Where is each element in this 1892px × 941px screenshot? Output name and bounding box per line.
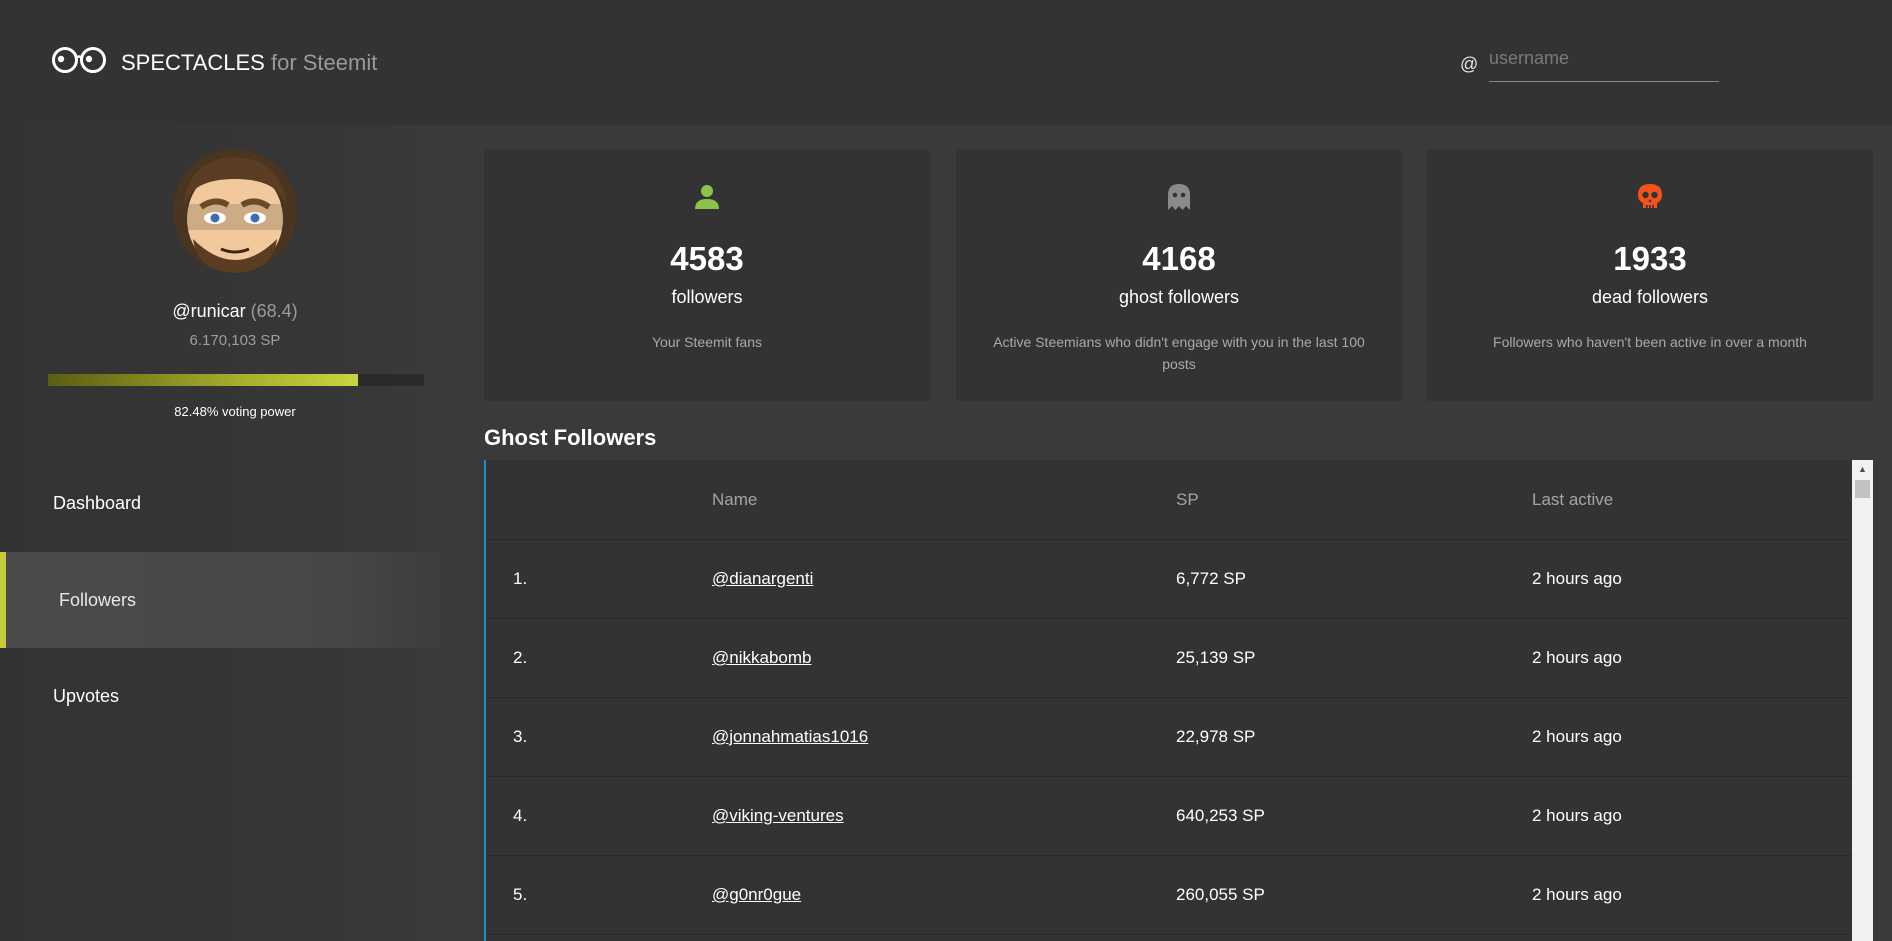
stat-card-ghost-followers: 4168 ghost followers Active Steemians wh… (956, 150, 1402, 401)
follower-sp: 640,253 SP (1176, 806, 1265, 825)
stat-card-followers: 4583 followers Your Steemit fans (484, 150, 930, 401)
column-header-name[interactable]: Name (712, 490, 757, 510)
nav-dashboard-label: Dashboard (53, 492, 142, 513)
column-header-last-active[interactable]: Last active (1532, 490, 1613, 510)
section-title: Ghost Followers (484, 425, 657, 450)
app-header: SPECTACLES for Steemit @ (0, 0, 1892, 125)
skull-icon (1638, 184, 1662, 208)
table-header: Name SP Last active (486, 460, 1852, 540)
follower-last-active: 2 hours ago (1532, 648, 1622, 667)
follower-last-active: 2 hours ago (1532, 806, 1622, 825)
spectacles-logo-icon[interactable] (52, 45, 106, 75)
scrollbar-thumb[interactable] (1855, 480, 1870, 498)
row-index: 3. (513, 727, 528, 746)
follower-sp: 6,772 SP (1176, 569, 1246, 588)
profile-username: @runicar (68.4) (0, 301, 470, 322)
followers-desc: Your Steemit fans (652, 334, 762, 350)
avatar-face-icon (173, 149, 297, 273)
follower-last-active: 2 hours ago (1532, 569, 1622, 588)
reputation-score: (68.4) (250, 301, 298, 321)
table-scrollbar[interactable]: ▲ (1852, 460, 1873, 941)
nav-followers-label: Followers (59, 589, 137, 610)
stat-card-dead-followers: 1933 dead followers Followers who haven'… (1427, 150, 1873, 401)
followers-label: followers (671, 287, 743, 307)
row-index: 4. (513, 806, 528, 825)
table-row: 3. @jonnahmatias1016 22,978 SP 2 hours a… (486, 698, 1852, 777)
dead-followers-count: 1933 (1613, 240, 1687, 277)
table-row: 4. @viking-ventures 640,253 SP 2 hours a… (486, 777, 1852, 856)
follower-sp: 260,055 SP (1176, 885, 1265, 904)
follower-sp: 22,978 SP (1176, 727, 1256, 746)
follower-sp: 25,139 SP (1176, 648, 1256, 667)
dead-followers-desc: Followers who haven't been active in ove… (1493, 334, 1807, 350)
username-input[interactable] (1489, 44, 1719, 82)
table-row: 5. @g0nr0gue 260,055 SP 2 hours ago (486, 856, 1852, 935)
steem-power: 6.170,103 SP (189, 332, 281, 349)
followers-count: 4583 (670, 240, 744, 277)
username-text: @runicar (172, 301, 246, 321)
nav-dashboard[interactable]: Dashboard (0, 455, 440, 551)
dead-followers-label: dead followers (1591, 287, 1709, 307)
person-icon (695, 185, 719, 209)
row-index: 1. (513, 569, 528, 588)
nav-upvotes-label: Upvotes (53, 685, 120, 706)
ghost-followers-label: ghost followers (1118, 287, 1240, 307)
table-row: 2. @nikkabomb 25,139 SP 2 hours ago (486, 619, 1852, 698)
row-index: 5. (513, 885, 528, 904)
voting-power-label: 82.48% voting power (174, 404, 296, 419)
follower-link[interactable]: @jonnahmatias1016 (712, 727, 868, 747)
follower-link[interactable]: @viking-ventures (712, 806, 844, 826)
ghost-followers-desc: Active Steemians who didn't engage with … (993, 334, 1365, 372)
follower-link[interactable]: @dianargenti (712, 569, 813, 589)
ghost-followers-count: 4168 (1142, 240, 1216, 277)
active-indicator (0, 552, 6, 648)
nav-followers[interactable]: Followers (0, 552, 440, 648)
voting-power-bar (48, 374, 424, 386)
ghost-icon (1168, 184, 1190, 210)
brand-sub: for Steemit (264, 50, 378, 75)
follower-last-active: 2 hours ago (1532, 727, 1622, 746)
ghost-followers-table[interactable]: Name SP Last active 1. @dianargenti 6,77… (484, 460, 1852, 941)
app-title[interactable]: SPECTACLES for Steemit (121, 50, 377, 76)
avatar (173, 149, 297, 273)
column-header-sp[interactable]: SP (1176, 490, 1199, 510)
follower-last-active: 2 hours ago (1532, 885, 1622, 904)
follower-link[interactable]: @g0nr0gue (712, 885, 801, 905)
row-index: 2. (513, 648, 528, 667)
voting-power-fill (48, 374, 359, 386)
at-symbol: @ (1460, 54, 1479, 74)
table-row: 1. @dianargenti 6,772 SP 2 hours ago (486, 540, 1852, 619)
nav-upvotes[interactable]: Upvotes (0, 648, 440, 744)
scroll-up-arrow-icon[interactable]: ▲ (1852, 460, 1873, 478)
brand-main: SPECTACLES (121, 50, 265, 75)
sidebar: @runicar (68.4) 6.170,103 SP 82.48% voti… (0, 125, 440, 941)
follower-link[interactable]: @nikkabomb (712, 648, 811, 668)
